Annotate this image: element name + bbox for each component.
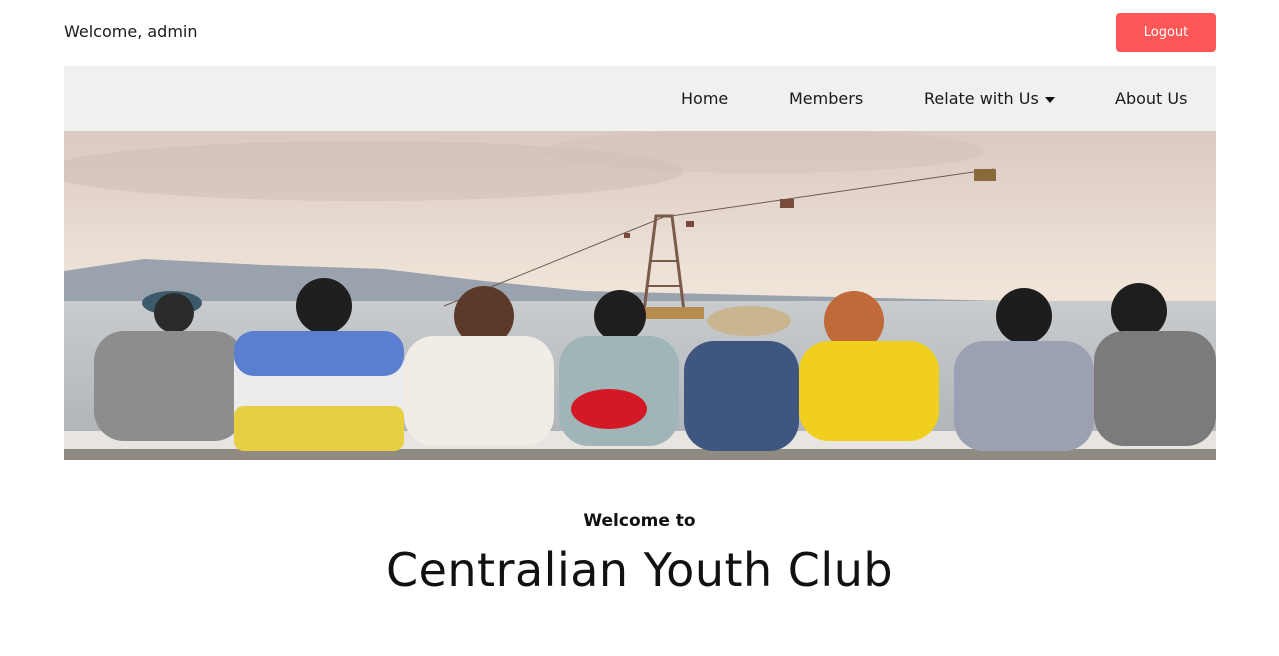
nav-item-label: About Us (1115, 89, 1188, 108)
hero-illustration (64, 131, 1216, 460)
top-bar: Welcome, admin Logout (0, 0, 1279, 66)
logout-button[interactable]: Logout (1116, 13, 1216, 52)
nav-item-members[interactable]: Members (789, 89, 863, 108)
nav-item-label: Members (789, 89, 864, 108)
hero-banner-image (64, 131, 1216, 460)
welcome-subtitle: Welcome to (583, 511, 696, 531)
nav-item-label: Home (681, 89, 729, 108)
caret-down-icon (1044, 96, 1055, 103)
nav-item-relate-with-us[interactable]: Relate with Us (924, 89, 1055, 108)
club-title: Centralian Youth Club (385, 543, 894, 597)
nav-item-home[interactable]: Home (681, 89, 728, 108)
nav-item-about-us[interactable]: About Us (1115, 89, 1187, 108)
main-navbar: Home Members Relate with Us About Us (64, 66, 1216, 131)
nav-item-label: Relate with Us (924, 89, 1039, 108)
welcome-message: Welcome, admin (64, 22, 198, 41)
